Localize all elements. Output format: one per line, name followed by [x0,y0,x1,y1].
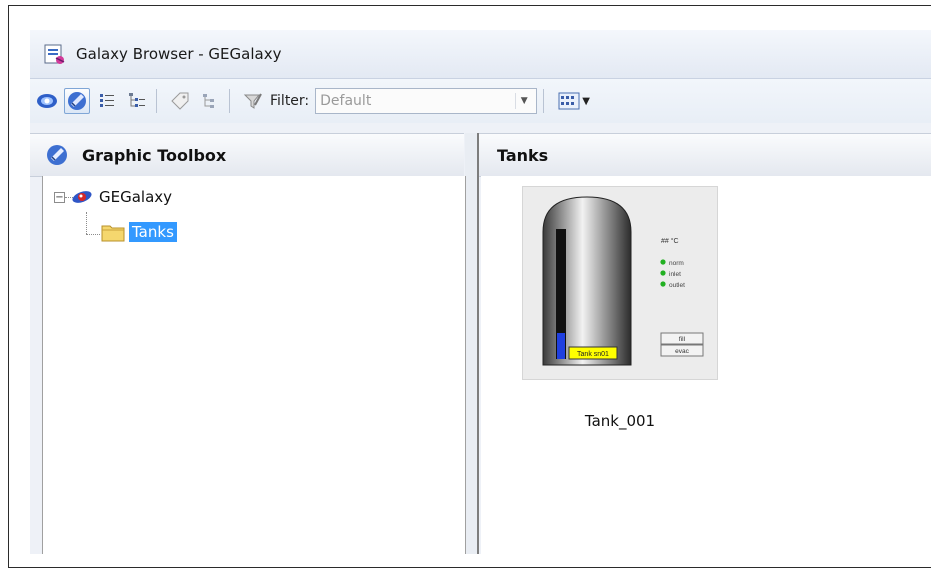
graphic-toolbox-icon [68,92,86,110]
chevron-down-icon[interactable]: ▼ [515,93,532,109]
tank-level-fill [557,333,565,359]
pane-splitter[interactable] [465,133,479,554]
status-led [660,259,666,265]
tree-connector [86,212,87,234]
toolbar-separator [229,89,230,113]
toolbar-separator [156,89,157,113]
tree-item-tanks[interactable]: Tanks [101,222,177,242]
tree-item-label: Tanks [129,222,177,242]
galaxy-node-icon [72,191,92,203]
status-label: outlet [669,282,685,289]
status-label: inlet [669,271,681,278]
temperature-readout: ## °C [661,237,679,245]
filter-edit-icon [243,93,262,109]
tree-item-gegalaxy[interactable]: − GEGalaxy [54,188,172,206]
hierarchy-button[interactable] [197,88,223,114]
tree-view-icon [129,93,145,107]
tag-button[interactable] [167,88,193,114]
graphic-name-label: Tank_001 [584,412,656,430]
filter-select-value: Default [320,93,372,109]
view-options-button[interactable]: ▼ [554,88,594,114]
graphic-toolbox-icon [47,145,67,165]
hierarchy-icon [203,94,214,108]
panel-title: Tanks [497,145,549,165]
title-bar: Galaxy Browser - GEGalaxy [30,30,931,79]
tanks-content: Tank sn01 ## °C norm inlet outlet fill e… [481,176,931,554]
tree-view-button[interactable] [124,88,150,114]
tag-icon [171,92,189,110]
evac-button-label: evac [675,348,689,355]
window-title: Galaxy Browser - GEGalaxy [76,45,282,63]
filter-label: Filter: [270,93,310,109]
graphic-thumbnail-tank[interactable]: Tank sn01 ## °C norm inlet outlet fill e… [522,186,718,380]
tree-item-label: GEGalaxy [99,188,173,206]
toolbar-separator [543,89,545,113]
galaxy-view-button[interactable] [34,88,60,114]
galaxy-browser-window: Galaxy Browser - GEGalaxy Filter: Defaul… [30,30,931,554]
tree-connector [86,234,100,235]
toolbox-tree: − GEGalaxy Tanks [42,176,466,554]
tanks-header: Tanks [479,133,931,177]
status-led [660,281,666,287]
view-options-icon [558,92,580,110]
list-view-icon [100,94,114,107]
graphic-toolbox-header: Graphic Toolbox [30,133,464,177]
collapse-icon[interactable]: − [54,191,65,203]
chevron-down-icon: ▼ [582,95,590,107]
filter-select[interactable]: Default ▼ [315,88,538,114]
status-label: norm [669,260,684,267]
galaxy-icon [37,94,57,108]
folder-icon [101,225,125,242]
tank-graphic-preview: Tank sn01 ## °C norm inlet outlet fill e… [523,187,717,379]
toolbar: Filter: Default ▼ ▼ [30,79,931,123]
panel-title: Graphic Toolbox [82,145,227,165]
status-led [660,270,666,276]
filter-edit-button[interactable] [240,88,266,114]
galaxy-browser-app-icon [44,44,65,64]
fill-button-label: fill [679,336,686,343]
tank-tag-label: Tank sn01 [577,351,609,358]
graphic-toolbox-button[interactable] [64,88,90,114]
list-view-button[interactable] [94,88,120,114]
